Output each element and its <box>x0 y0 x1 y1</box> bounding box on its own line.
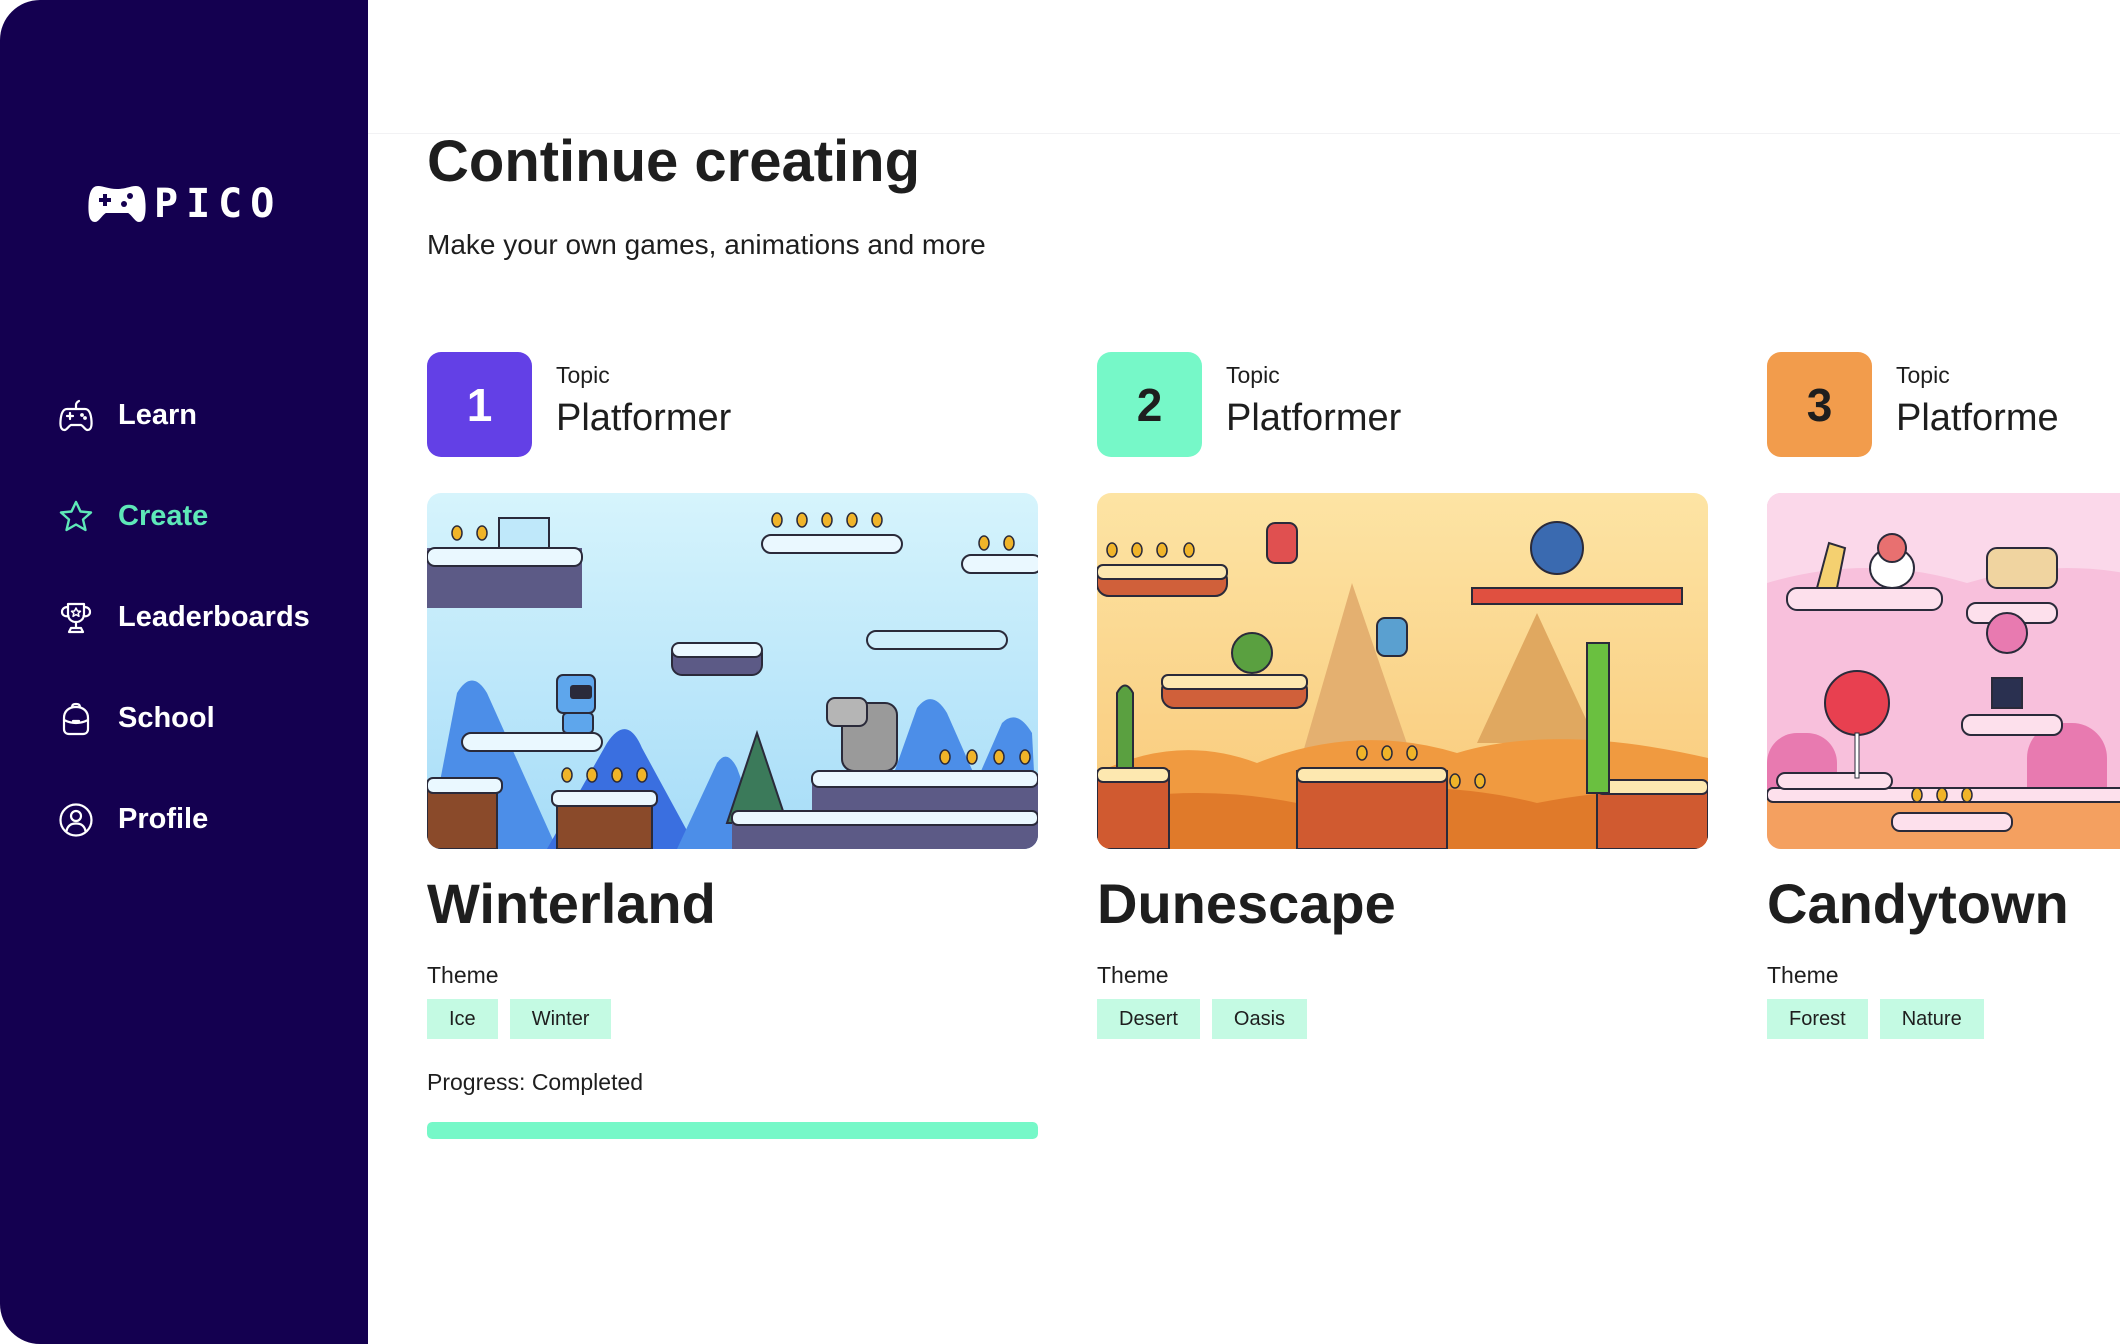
sidebar-item-school[interactable]: School <box>0 668 368 769</box>
card-title: Dunescape <box>1097 872 1396 935</box>
sidebar-item-label: School <box>118 702 215 734</box>
backpack-icon <box>58 701 94 737</box>
card-title: Winterland <box>427 872 716 935</box>
theme-tag[interactable]: Oasis <box>1211 999 1308 1039</box>
sidebar-item-label: Leaderboards <box>118 601 310 633</box>
candy-level-image[interactable] <box>1767 493 2120 849</box>
theme-tag[interactable]: Ice <box>427 999 498 1039</box>
topic-value: Platforme <box>1896 396 2059 439</box>
sidebar-item-profile[interactable]: Profile <box>0 769 368 870</box>
theme-tags: Desert Oasis <box>1097 999 1708 1039</box>
winter-level-image[interactable] <box>427 493 1038 849</box>
topic-label: Topic <box>1896 361 1950 388</box>
theme-tag[interactable]: Winter <box>509 999 612 1039</box>
topic-number-badge: 3 <box>1767 352 1872 457</box>
card-header: 2 Topic Platformer <box>1097 352 1708 457</box>
gamepad-icon <box>58 398 94 434</box>
theme-tags: Ice Winter <box>427 999 1038 1039</box>
theme-tags: Forest Nature <box>1767 999 2120 1039</box>
sidebar: PICO Learn Create Leaderboards School Pr… <box>0 0 368 1344</box>
progress-label: Progress: Completed <box>427 1069 644 1095</box>
theme-tag[interactable]: Nature <box>1879 999 1984 1039</box>
page-title: Continue creating <box>427 129 921 194</box>
project-card-winterland[interactable]: 1 Topic Platformer Winterland Theme Ice … <box>427 352 1038 1139</box>
card-header: 1 Topic Platformer <box>427 352 1038 457</box>
topic-number-badge: 2 <box>1097 352 1202 457</box>
gamepad-logo-icon <box>88 186 146 222</box>
user-circle-icon <box>58 802 94 838</box>
sidebar-item-label: Learn <box>118 399 197 431</box>
theme-label: Theme <box>427 962 499 988</box>
sidebar-item-learn[interactable]: Learn <box>0 365 368 466</box>
topic-value: Platformer <box>1226 396 1402 439</box>
star-icon <box>58 499 94 535</box>
logo-text: PICO <box>154 181 283 227</box>
project-card-candytown[interactable]: 3 Topic Platforme Candytown Theme Forest… <box>1767 352 2120 1039</box>
topic-label: Topic <box>556 361 610 388</box>
logo[interactable]: PICO <box>88 184 282 224</box>
topic-number-badge: 1 <box>427 352 532 457</box>
theme-label: Theme <box>1767 962 1839 988</box>
trophy-icon <box>58 600 94 636</box>
theme-tag[interactable]: Desert <box>1097 999 1200 1039</box>
sidebar-item-label: Profile <box>118 803 209 835</box>
sidebar-item-leaderboards[interactable]: Leaderboards <box>0 567 368 668</box>
sidebar-nav: Learn Create Leaderboards School Profile <box>0 365 368 870</box>
sidebar-item-label: Create <box>118 500 209 532</box>
topic-label: Topic <box>1226 361 1280 388</box>
card-header: 3 Topic Platforme <box>1767 352 2120 457</box>
topic-value: Platformer <box>556 396 732 439</box>
theme-label: Theme <box>1097 962 1169 988</box>
sidebar-item-create[interactable]: Create <box>0 466 368 567</box>
page-subtitle: Make your own games, animations and more <box>427 229 986 260</box>
progress-fill <box>427 1122 1038 1139</box>
project-card-dunescape[interactable]: 2 Topic Platformer Dunescape Theme Deser… <box>1097 352 1708 1039</box>
theme-tag[interactable]: Forest <box>1767 999 1868 1039</box>
desert-level-image[interactable] <box>1097 493 1708 849</box>
card-title: Candytown <box>1767 872 2069 935</box>
progress-bar <box>427 1122 1038 1139</box>
